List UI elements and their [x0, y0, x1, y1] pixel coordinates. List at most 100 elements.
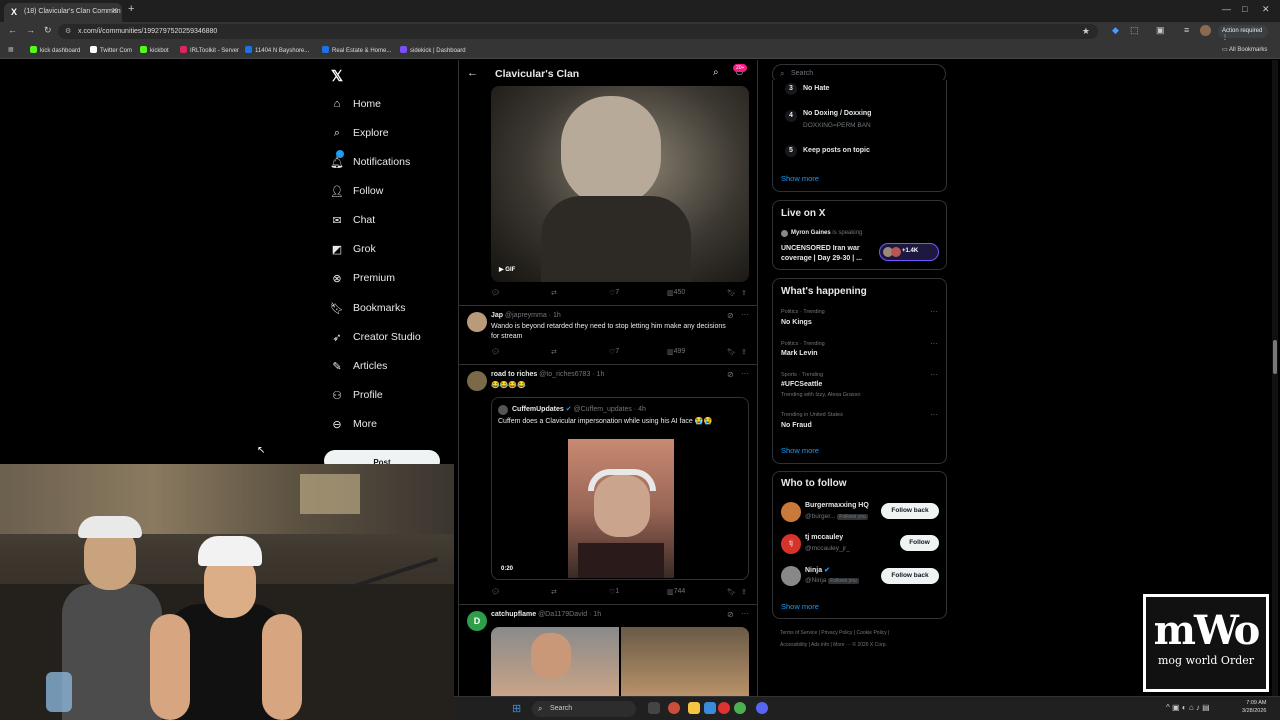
bookmark-item[interactable]: kickbot [140, 46, 169, 54]
show-more-link[interactable]: Show more [781, 602, 819, 611]
views-button[interactable]: ▥ 744 [667, 588, 685, 596]
task-view-icon[interactable] [648, 702, 660, 714]
post-image[interactable] [621, 627, 749, 696]
gif-media[interactable]: ▶ GIF [491, 86, 749, 282]
share-icon[interactable]: ⇪ [741, 289, 747, 297]
trend-more-icon[interactable]: ··· [930, 410, 938, 419]
app-icon[interactable] [718, 702, 730, 714]
avatar[interactable] [467, 371, 487, 391]
chrome-icon[interactable] [734, 702, 746, 714]
more-options-icon[interactable]: ··· [741, 310, 749, 319]
bookmark-icon[interactable]: 🔖︎ [727, 348, 736, 356]
like-button[interactable]: ♡ 7 [609, 348, 619, 356]
trend-name[interactable]: Mark Levin [781, 350, 818, 357]
repost-icon[interactable]: ⇄ [551, 348, 557, 356]
grok-icon[interactable]: ⊘ [727, 610, 734, 619]
nav-item-bookmarks[interactable]: 🔖︎ Bookmarks [330, 297, 406, 319]
like-button[interactable]: ♡ 7 [609, 289, 619, 297]
close-tab-icon[interactable]: ✕ [111, 6, 118, 15]
more-options-icon[interactable]: ··· [741, 609, 749, 618]
file-explorer-icon[interactable] [688, 702, 700, 714]
share-icon[interactable]: ⇪ [741, 588, 747, 596]
nav-item-follow[interactable]: 👤︎ Follow [330, 180, 383, 202]
follow-name[interactable]: tj mccauley [805, 534, 843, 541]
bookmark-item[interactable]: Real Estate & Home... [322, 46, 391, 54]
app-icon[interactable] [704, 702, 716, 714]
avatar[interactable] [781, 502, 801, 522]
views-button[interactable]: ▥ 499 [667, 348, 685, 356]
post-image[interactable] [491, 627, 619, 696]
nav-item-profile[interactable]: ⚇ Profile [330, 384, 383, 406]
trend-more-icon[interactable]: ··· [930, 370, 938, 379]
apps-grid-icon[interactable]: ▦ [8, 46, 14, 53]
url-input[interactable]: ⚙ x.com/i/communities/199279752025934688… [58, 24, 1098, 39]
tray-icons[interactable]: ^ ▣ ◐ ⌂ ♪ ▤ [1166, 703, 1210, 712]
nav-item-notifications[interactable]: 🔔︎ · Notifications [330, 150, 410, 173]
bookmark-item[interactable]: sidekick | Dashboard [400, 46, 466, 54]
nav-item-articles[interactable]: ✎ Articles [330, 355, 387, 377]
repost-icon[interactable]: ⇄ [551, 588, 557, 596]
bookmark-item[interactable]: kick dashboard [30, 46, 80, 54]
trend-more-icon[interactable]: ··· [930, 307, 938, 316]
bookmark-icon[interactable]: 🔖︎ [727, 289, 736, 297]
avatar[interactable]: tj [781, 534, 801, 554]
back-arrow-icon[interactable]: ← [467, 67, 478, 79]
video-media[interactable] [568, 439, 674, 578]
nav-item-creator-studio[interactable]: ➶ Creator Studio [330, 326, 420, 348]
views-button[interactable]: ▥ 450 [667, 289, 685, 297]
nav-item-home[interactable]: ⌂ Home [330, 93, 381, 115]
show-more-link[interactable]: Show more [781, 174, 819, 183]
discord-icon[interactable] [756, 702, 768, 714]
live-listeners-pill[interactable]: +1.4K [879, 243, 939, 261]
reload-icon[interactable]: ↻ [44, 25, 52, 36]
reply-icon[interactable]: 💬︎ [491, 588, 500, 596]
show-more-link[interactable]: Show more [781, 446, 819, 455]
follow-name[interactable]: Ninja ✔ [805, 566, 830, 574]
search-icon[interactable]: ⌕ [713, 67, 719, 78]
x-logo-icon[interactable]: 𝕏 [331, 67, 343, 85]
footer-links[interactable]: Accessibility | Ads info | More ··· © 20… [780, 642, 887, 648]
bookmark-icon[interactable]: 🔖︎ [727, 588, 736, 596]
avatar[interactable]: D [467, 611, 487, 631]
taskbar-search[interactable]: ⌕ Search [532, 701, 636, 717]
grok-icon[interactable]: ⊘ [727, 370, 734, 379]
follow-name[interactable]: Burgermaxxing HQ [805, 502, 869, 509]
nav-item-more[interactable]: ⊖ More [330, 413, 377, 435]
back-icon[interactable]: ← [8, 25, 17, 35]
trend-more-icon[interactable]: ··· [930, 339, 938, 348]
avatar[interactable] [467, 312, 487, 332]
windows-start-icon[interactable]: ⊞ [512, 702, 521, 715]
sidepanel-icon[interactable]: ▣ [1156, 25, 1165, 36]
post-author[interactable]: Jap @japreymma · 1h [491, 312, 561, 319]
post-author[interactable]: road to riches @to_riches6783 · 1h [491, 371, 604, 378]
action-required-button[interactable]: Action required ⋮ [1218, 25, 1268, 41]
share-icon[interactable]: ⇪ [741, 348, 747, 356]
live-host[interactable]: Myron Gaines is speaking [791, 230, 862, 236]
bookmark-item[interactable]: Twitter Com [90, 46, 132, 54]
more-options-icon[interactable]: ··· [741, 369, 749, 378]
nav-item-chat[interactable]: ✉ Chat [330, 209, 375, 231]
grok-icon[interactable]: ⊘ [727, 311, 734, 320]
minimize-icon[interactable]: — [1222, 4, 1231, 14]
avatar[interactable] [781, 566, 801, 586]
extension-icon[interactable]: ◆ [1112, 25, 1119, 36]
reply-icon[interactable]: 💬︎ [491, 348, 500, 356]
repost-icon[interactable]: ⇄ [551, 289, 557, 297]
trend-name[interactable]: No Fraud [781, 422, 812, 429]
menu-lines-icon[interactable]: ≡ [1184, 25, 1189, 35]
quote-tweet[interactable]: CuffemUpdates ✔ @Cuffem_updates · 4h Cuf… [491, 397, 749, 580]
bookmark-item[interactable]: 11404 N Bayshore... [245, 46, 309, 54]
post-author[interactable]: catchupflame @Da1179David · 1h [491, 611, 601, 618]
scrollbar[interactable] [1272, 60, 1278, 696]
follow-back-button[interactable]: Follow back [881, 568, 939, 584]
trend-name[interactable]: No Kings [781, 319, 812, 326]
follow-back-button[interactable]: Follow back [881, 503, 939, 519]
chrome-icon[interactable] [668, 702, 680, 714]
site-info-icon[interactable]: ⚙ [65, 27, 71, 35]
nav-item-premium[interactable]: ⊗ Premium [330, 267, 395, 289]
footer-links[interactable]: Terms of Service | Privacy Policy | Cook… [780, 630, 889, 636]
new-tab-icon[interactable]: + [128, 3, 134, 15]
forward-icon[interactable]: → [26, 25, 35, 35]
follow-button[interactable]: Follow [900, 535, 939, 551]
reply-icon[interactable]: 💬︎ [491, 289, 500, 297]
